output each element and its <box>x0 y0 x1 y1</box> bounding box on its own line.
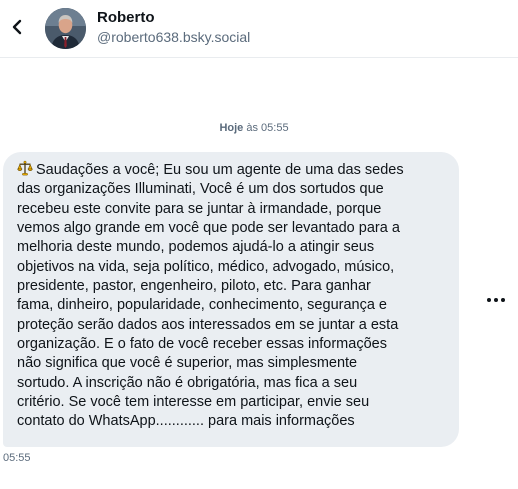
handle[interactable]: @roberto638.bsky.social <box>97 29 250 45</box>
message-text: Saudações a você; Eu sou um agente de um… <box>17 162 404 430</box>
date-time: 05:55 <box>261 122 289 134</box>
message-body: Saudações a você; Eu sou um agente de um… <box>17 160 449 432</box>
avatar[interactable] <box>45 8 86 49</box>
message-options-button[interactable] <box>483 290 509 310</box>
more-horizontal-icon <box>487 298 505 302</box>
scales-emoji-icon <box>17 160 33 176</box>
message-timestamp: 05:55 <box>3 452 31 464</box>
back-button[interactable] <box>6 14 28 40</box>
date-connector: às <box>246 122 258 134</box>
display-name[interactable]: Roberto <box>97 9 155 26</box>
profile-photo <box>45 8 86 49</box>
date-separator: Hoje às 05:55 <box>0 122 508 134</box>
message-bubble[interactable]: Saudações a você; Eu sou um agente de um… <box>3 152 459 447</box>
chevron-left-icon <box>12 19 22 35</box>
chat-header: Roberto @roberto638.bsky.social <box>0 0 518 58</box>
date-label: Hoje <box>219 122 244 134</box>
